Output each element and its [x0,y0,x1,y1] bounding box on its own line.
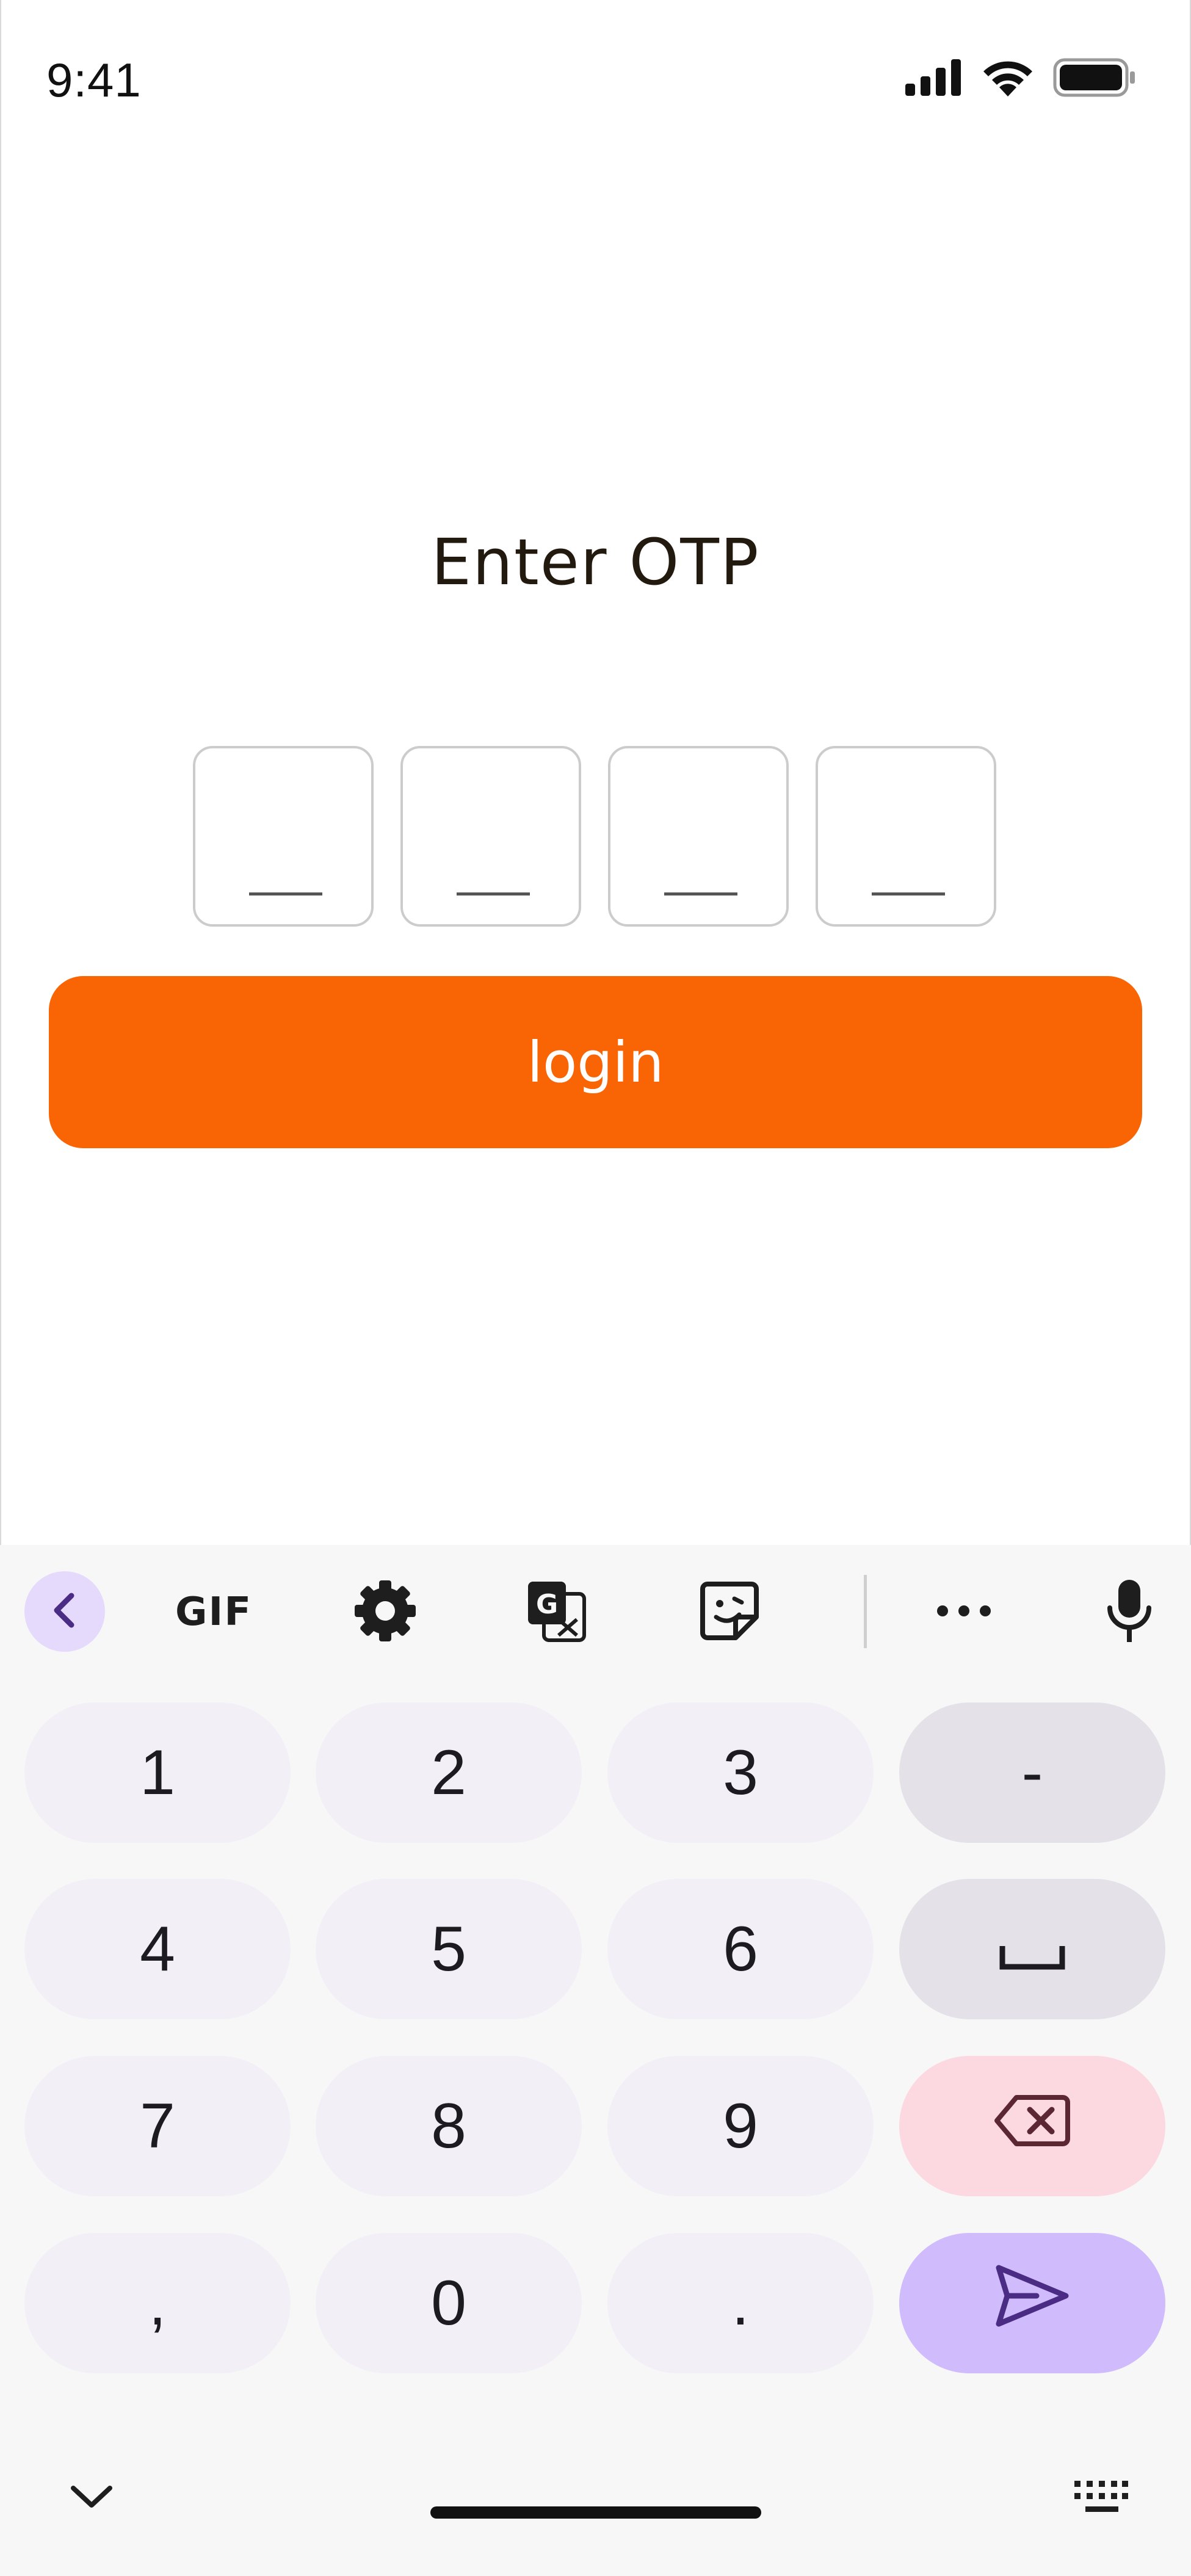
key-3[interactable]: 3 [607,1702,874,1843]
otp-digit-4[interactable] [816,746,996,927]
more-button[interactable] [932,1579,996,1646]
toolbar-divider [864,1575,867,1648]
backspace-icon [994,2090,1070,2163]
gif-button[interactable]: GIF [172,1579,255,1646]
battery-icon [1053,58,1136,99]
hide-keyboard-button[interactable] [67,2478,116,2517]
key-comma[interactable]: , [24,2233,291,2373]
key-1[interactable]: 1 [24,1702,291,1843]
translate-icon: G [526,1579,589,1645]
key-0[interactable]: 0 [316,2233,582,2373]
chevron-down-icon [67,2486,116,2517]
switch-keyboard-button[interactable] [1073,2480,1129,2521]
page-title: Enter OTP [431,525,760,599]
send-icon [994,2264,1071,2343]
otp-digit-4-placeholder [872,892,945,895]
key-5[interactable]: 5 [316,1879,582,2019]
status-icons [904,58,1136,99]
key-period[interactable]: . [607,2233,874,2373]
key-2[interactable]: 2 [316,1702,582,1843]
backspace-key[interactable] [899,2056,1165,2196]
wifi-icon [981,59,1035,99]
otp-digit-2-placeholder [457,892,530,895]
gear-icon [353,1579,417,1645]
login-button[interactable]: login [49,976,1142,1148]
key-6[interactable]: 6 [607,1879,874,2019]
microphone-icon [1105,1577,1154,1647]
keyboard-icon [1073,2481,1129,2521]
voice-input-button[interactable] [1099,1579,1160,1646]
home-indicator [430,2506,761,2519]
signal-icon [904,59,963,98]
otp-digit-3-placeholder [664,892,737,895]
otp-input-group [193,746,996,927]
space-key[interactable] [899,1879,1165,2019]
chevron-left-icon [49,1592,80,1631]
send-key[interactable] [899,2233,1165,2373]
settings-button[interactable] [352,1579,419,1646]
otp-digit-1[interactable] [193,746,374,927]
key-minus[interactable]: - [899,1702,1165,1843]
space-icon [999,1913,1066,1986]
otp-digit-2[interactable] [400,746,581,927]
key-7[interactable]: 7 [24,2056,291,2196]
sticker-button[interactable] [696,1579,763,1646]
otp-digit-3[interactable] [608,746,789,927]
svg-text:G: G [536,1589,558,1620]
more-horizontal-icon [936,1605,991,1619]
key-8[interactable]: 8 [316,2056,582,2196]
sticker-icon [699,1580,760,1644]
keyboard-back-button[interactable] [24,1571,105,1652]
otp-digit-1-placeholder [249,892,322,895]
key-9[interactable]: 9 [607,2056,874,2196]
status-time: 9:41 [46,53,142,107]
key-4[interactable]: 4 [24,1879,291,2019]
translate-button[interactable]: G [524,1579,591,1646]
